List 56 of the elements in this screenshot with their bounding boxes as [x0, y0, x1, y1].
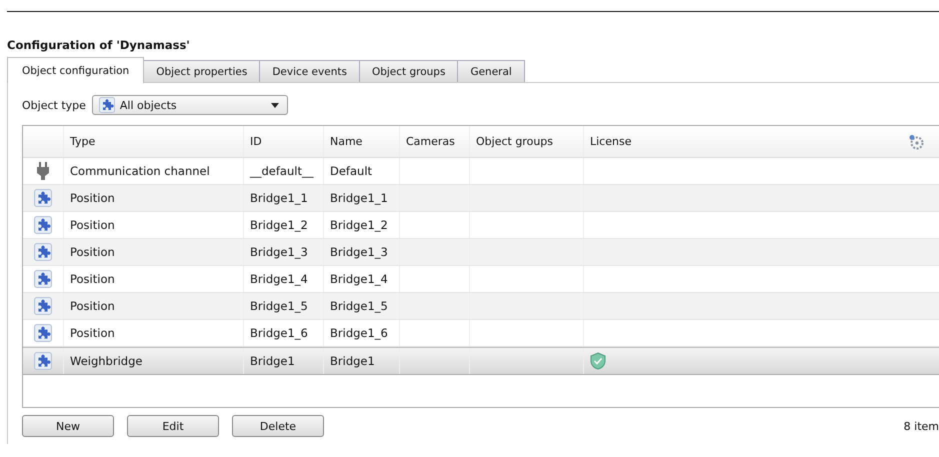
- puzzle-icon: [34, 189, 52, 207]
- column-header[interactable]: Name: [330, 135, 362, 148]
- tab[interactable]: Object configuration: [7, 57, 144, 83]
- caret-icon: [270, 102, 279, 108]
- action-button[interactable]: Edit: [127, 415, 219, 437]
- table-cell: Position: [70, 191, 115, 205]
- table-cell: Bridge1_5: [250, 299, 308, 313]
- object-type-dropdown[interactable]: All objects: [92, 95, 288, 115]
- table-cell: Bridge1_4: [330, 272, 388, 286]
- table-cell: Position: [70, 218, 115, 232]
- column-header[interactable]: Cameras: [406, 135, 455, 148]
- puzzle-icon: [34, 352, 52, 370]
- table-cell: Bridge1_3: [330, 245, 388, 259]
- table-cell: Bridge1_3: [250, 245, 308, 259]
- table-cell: Bridge1_6: [250, 326, 308, 340]
- puzzle-icon: [98, 97, 115, 113]
- action-button[interactable]: Delete: [232, 415, 324, 437]
- table-row[interactable]: Position Bridge1_1 Bridge1_1: [23, 185, 939, 212]
- table-cell: Position: [70, 272, 115, 286]
- tab[interactable]: Object groups: [358, 60, 458, 82]
- table-cell: Bridge1_4: [250, 272, 308, 286]
- table-cell: Position: [70, 245, 115, 259]
- gear-icon[interactable]: [908, 134, 924, 150]
- column-header[interactable]: ID: [250, 135, 262, 148]
- plug-icon: [37, 162, 49, 180]
- table-cell: Bridge1_6: [330, 326, 388, 340]
- puzzle-icon: [34, 297, 52, 315]
- column-header[interactable]: Type: [70, 135, 96, 148]
- table-row[interactable]: Weighbridge Bridge1 Bridge1: [23, 347, 939, 375]
- puzzle-icon: [34, 216, 52, 234]
- tab[interactable]: Object properties: [143, 60, 260, 82]
- table-row[interactable]: Position Bridge1_5 Bridge1_5: [23, 293, 939, 320]
- table-row[interactable]: Position Bridge1_3 Bridge1_3: [23, 239, 939, 266]
- tab[interactable]: Device events: [259, 60, 360, 82]
- tab[interactable]: General: [457, 60, 525, 82]
- puzzle-icon: [34, 324, 52, 342]
- puzzle-icon: [34, 243, 52, 261]
- column-header[interactable]: License: [590, 135, 632, 148]
- table-cell: Position: [70, 299, 115, 313]
- table-cell: Default: [330, 164, 372, 178]
- table-cell: Weighbridge: [70, 354, 142, 368]
- table-cell: Bridge1_1: [330, 191, 388, 205]
- table-cell: Bridge1_1: [250, 191, 308, 205]
- object-type-label: Object type: [22, 98, 86, 112]
- table-cell: Bridge1: [250, 354, 295, 368]
- column-header[interactable]: Object groups: [476, 135, 553, 148]
- table-cell: Communication channel: [70, 164, 210, 178]
- table-cell: Bridge1_2: [330, 218, 388, 232]
- table-cell: Bridge1_5: [330, 299, 388, 313]
- item-count: 8 item: [904, 420, 939, 432]
- table-cell: Bridge1_2: [250, 218, 308, 232]
- table-cell: Position: [70, 326, 115, 340]
- action-button[interactable]: New: [22, 415, 114, 437]
- table-cell: __default__: [250, 164, 314, 178]
- table-cell: Bridge1: [330, 354, 375, 368]
- puzzle-icon: [34, 270, 52, 288]
